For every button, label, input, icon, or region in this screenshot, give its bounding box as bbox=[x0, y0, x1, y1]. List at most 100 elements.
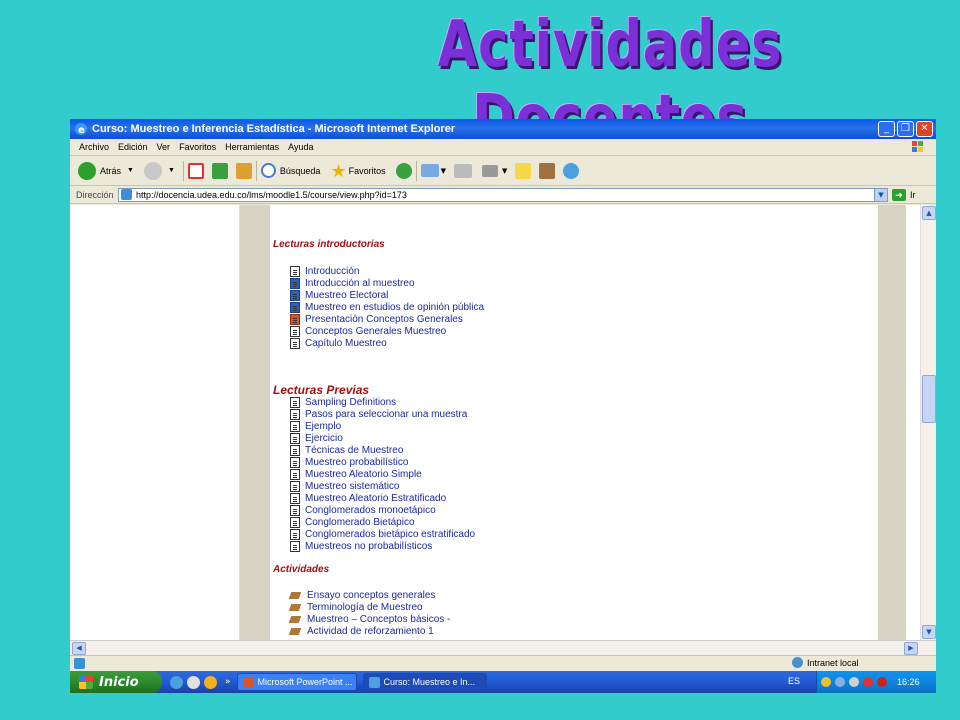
address-url[interactable]: http://docencia.udea.edu.co/lms/moodle1.… bbox=[136, 190, 407, 200]
resource-label[interactable]: Conceptos Generales Muestreo bbox=[305, 326, 446, 337]
resource-link[interactable]: Introducción bbox=[290, 265, 359, 277]
activity-link[interactable]: Actividad de reforzamiento 1 bbox=[290, 625, 434, 637]
resource-link[interactable]: Técnicas de Muestreo bbox=[290, 444, 403, 456]
address-input[interactable]: http://docencia.udea.edu.co/lms/moodle1.… bbox=[118, 187, 888, 202]
resource-link[interactable]: Ejercicio bbox=[290, 432, 343, 444]
back-button[interactable]: Atrás ▼ bbox=[78, 161, 134, 180]
activity-link[interactable]: Ensayo conceptos generales bbox=[290, 589, 435, 601]
resource-link[interactable]: Conglomerados monoetápico bbox=[290, 504, 436, 516]
resource-link[interactable]: Capítulo Muestreo bbox=[290, 337, 387, 349]
resource-link[interactable]: Pasos para seleccionar una muestra bbox=[290, 408, 467, 420]
page-viewport[interactable]: Lecturas introductorias Introducción Int… bbox=[70, 205, 936, 640]
resource-label[interactable]: Ejercicio bbox=[305, 433, 343, 444]
security-center-icon[interactable] bbox=[863, 677, 873, 687]
back-dropdown-icon[interactable]: ▼ bbox=[127, 167, 134, 174]
network-icon[interactable] bbox=[835, 677, 845, 687]
edit-icon[interactable] bbox=[481, 164, 498, 177]
menu-ver[interactable]: Ver bbox=[157, 142, 171, 152]
research-icon[interactable] bbox=[539, 162, 556, 179]
scroll-up-icon[interactable]: ▲ bbox=[922, 206, 936, 220]
favorites-button[interactable]: ★ Favoritos bbox=[330, 162, 385, 180]
resource-label[interactable]: Conglomerados bietápico estratificado bbox=[305, 529, 475, 540]
task-browser[interactable]: Curso: Muestreo e In... bbox=[362, 673, 487, 691]
task-powerpoint[interactable]: Microsoft PowerPoint ... bbox=[236, 673, 357, 691]
scroll-right-icon[interactable]: ▶ bbox=[904, 642, 918, 655]
edit-dropdown-icon[interactable]: ▼ bbox=[502, 167, 507, 175]
menu-edicion[interactable]: Edición bbox=[118, 142, 148, 152]
menu-herramientas[interactable]: Herramientas bbox=[225, 142, 279, 152]
ie-quicklaunch-icon[interactable] bbox=[170, 675, 183, 689]
title-bar[interactable]: e Curso: Muestreo e Inferencia Estadísti… bbox=[70, 119, 936, 139]
shield-icon[interactable] bbox=[821, 677, 831, 687]
resource-link[interactable]: Muestreo en estudios de opinión pública bbox=[290, 301, 484, 313]
resource-label[interactable]: Presentación Conceptos Generales bbox=[305, 314, 463, 325]
print-icon[interactable] bbox=[453, 163, 472, 178]
address-dropdown-icon[interactable]: ▼ bbox=[874, 188, 887, 201]
resource-link[interactable]: Muestreo Aleatorio Simple bbox=[290, 468, 422, 480]
resource-link[interactable]: Presentación Conceptos Generales bbox=[290, 313, 463, 325]
resource-label[interactable]: Muestreo sistemático bbox=[305, 481, 399, 492]
resource-link[interactable]: Sampling Definitions bbox=[290, 396, 396, 408]
antivirus-icon[interactable] bbox=[877, 677, 887, 687]
resource-link[interactable]: Conglomerado Bietápico bbox=[290, 516, 415, 528]
close-button[interactable]: ✕ bbox=[916, 121, 933, 137]
activity-label[interactable]: Actividad de reforzamiento 1 bbox=[307, 626, 434, 637]
resource-link[interactable]: Ejemplo bbox=[290, 420, 341, 432]
scroll-left-icon[interactable]: ◀ bbox=[72, 642, 86, 655]
go-button[interactable]: ➔ Ir bbox=[892, 188, 916, 201]
activity-link[interactable]: Muestreo – Conceptos básicos - bbox=[290, 613, 450, 625]
resource-link[interactable]: Muestreo probabilístico bbox=[290, 456, 408, 468]
resource-label[interactable]: Introducción al muestreo bbox=[305, 278, 415, 289]
refresh-icon[interactable] bbox=[211, 162, 228, 179]
player-quicklaunch-icon[interactable] bbox=[204, 675, 217, 689]
activity-label[interactable]: Ensayo conceptos generales bbox=[307, 590, 435, 601]
resource-label[interactable]: Muestreos no probabilísticos bbox=[305, 541, 432, 552]
messenger-icon[interactable] bbox=[563, 162, 580, 179]
resource-label[interactable]: Sampling Definitions bbox=[305, 397, 396, 408]
forward-dropdown-icon[interactable]: ▼ bbox=[168, 167, 175, 174]
quicklaunch-more-icon[interactable]: » bbox=[225, 677, 231, 687]
menu-ayuda[interactable]: Ayuda bbox=[288, 142, 313, 152]
resource-link[interactable]: Muestreo sistemático bbox=[290, 480, 399, 492]
scroll-thumb[interactable] bbox=[922, 375, 936, 423]
resource-link[interactable]: Muestreo Aleatorio Estratificado bbox=[290, 492, 446, 504]
resource-label[interactable]: Capítulo Muestreo bbox=[305, 338, 387, 349]
restore-button[interactable]: ❐ bbox=[897, 121, 914, 137]
forward-button[interactable]: ▼ bbox=[143, 161, 175, 180]
scroll-down-icon[interactable]: ▼ bbox=[922, 625, 936, 639]
activity-label[interactable]: Muestreo – Conceptos básicos - bbox=[307, 614, 450, 625]
resource-label[interactable]: Muestreo en estudios de opinión pública bbox=[305, 302, 484, 313]
resource-label[interactable]: Conglomerado Bietápico bbox=[305, 517, 415, 528]
resource-link[interactable]: Conglomerados bietápico estratificado bbox=[290, 528, 475, 540]
resource-link[interactable]: Conceptos Generales Muestreo bbox=[290, 325, 446, 337]
volume-icon[interactable] bbox=[849, 677, 859, 687]
resource-label[interactable]: Muestreo Aleatorio Estratificado bbox=[305, 493, 446, 504]
menu-favoritos[interactable]: Favoritos bbox=[179, 142, 216, 152]
mail-dropdown-icon[interactable]: ▼ bbox=[441, 167, 446, 175]
vertical-scrollbar[interactable]: ▲ ▼ bbox=[920, 205, 936, 640]
resource-label[interactable]: Introducción bbox=[305, 266, 359, 277]
activity-label[interactable]: Terminología de Muestreo bbox=[307, 602, 423, 613]
menu-archivo[interactable]: Archivo bbox=[79, 142, 109, 152]
history-icon[interactable] bbox=[395, 162, 412, 179]
start-button[interactable]: Inicio bbox=[70, 671, 162, 693]
minimize-button[interactable]: _ bbox=[878, 121, 895, 137]
resource-label[interactable]: Muestreo Electoral bbox=[305, 290, 388, 301]
discuss-icon[interactable] bbox=[515, 162, 532, 179]
resource-link[interactable]: Introducción al muestreo bbox=[290, 277, 415, 289]
resource-label[interactable]: Técnicas de Muestreo bbox=[305, 445, 403, 456]
home-icon[interactable] bbox=[235, 162, 252, 179]
activity-link[interactable]: Terminología de Muestreo bbox=[290, 601, 423, 613]
stop-icon[interactable] bbox=[187, 162, 204, 179]
media-quicklaunch-icon[interactable] bbox=[187, 675, 200, 689]
resource-link[interactable]: Muestreo Electoral bbox=[290, 289, 388, 301]
mail-icon[interactable] bbox=[420, 164, 439, 177]
horizontal-scrollbar[interactable]: ◀ ▶ bbox=[70, 640, 936, 655]
resource-label[interactable]: Conglomerados monoetápico bbox=[305, 505, 436, 516]
resource-link[interactable]: Muestreos no probabilísticos bbox=[290, 540, 432, 552]
resource-label[interactable]: Muestreo probabilístico bbox=[305, 457, 408, 468]
search-button[interactable]: Búsqueda bbox=[260, 163, 320, 178]
resource-label[interactable]: Ejemplo bbox=[305, 421, 341, 432]
resource-label[interactable]: Muestreo Aleatorio Simple bbox=[305, 469, 422, 480]
resource-label[interactable]: Pasos para seleccionar una muestra bbox=[305, 409, 467, 420]
